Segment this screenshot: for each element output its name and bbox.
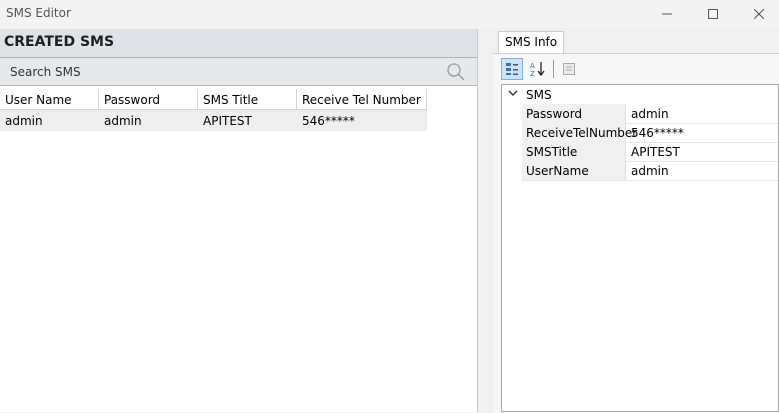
panel-title: CREATED SMS — [4, 34, 115, 50]
cell-password: admin — [104, 114, 142, 128]
window-title: SMS Editor — [6, 6, 71, 20]
svg-text:Z: Z — [530, 70, 535, 77]
minimize-icon — [662, 13, 672, 15]
chevron-down-icon[interactable] — [508, 88, 518, 98]
category-label: SMS — [526, 88, 552, 102]
created-sms-panel: CREATED SMS User Name Password SMS Title… — [0, 29, 478, 412]
close-button[interactable] — [736, 0, 779, 28]
property-pages-button[interactable] — [558, 58, 580, 80]
tab-content: A Z SMS Password admin ReceiveTelNumber … — [493, 53, 779, 413]
property-row-sms-title[interactable]: SMSTitle APITEST — [522, 142, 778, 162]
categorized-icon — [506, 63, 518, 75]
property-name: ReceiveTelNumber — [522, 123, 637, 142]
column-header-receive-tel-number[interactable]: Receive Tel Number — [297, 89, 427, 110]
maximize-icon — [708, 9, 718, 19]
property-name: Password — [522, 104, 626, 123]
sms-table: User Name Password SMS Title Receive Tel… — [0, 89, 427, 131]
column-header-password[interactable]: Password — [99, 89, 198, 110]
property-name: UserName — [522, 161, 626, 180]
table-row[interactable]: admin admin APITEST 546***** — [0, 110, 427, 131]
property-value[interactable]: admin — [631, 164, 669, 178]
minimize-button[interactable] — [644, 0, 690, 28]
title-bar: SMS Editor — [0, 0, 779, 28]
search-input[interactable] — [4, 61, 442, 83]
property-pages-icon — [563, 63, 575, 75]
search-bar — [0, 58, 477, 86]
search-icon[interactable] — [446, 62, 466, 82]
svg-text:A: A — [530, 62, 535, 70]
property-row-receive-tel-number[interactable]: ReceiveTelNumber 546***** — [522, 123, 778, 143]
property-toolbar: A Z — [501, 58, 580, 80]
sort-alphabetical-icon: A Z — [530, 62, 545, 77]
cell-sms-title: APITEST — [203, 114, 252, 128]
tab-sms-info[interactable]: SMS Info — [498, 31, 565, 54]
column-header-sms-title[interactable]: SMS Title — [198, 89, 297, 110]
property-row-password[interactable]: Password admin — [522, 104, 778, 124]
property-value[interactable]: APITEST — [631, 145, 680, 159]
property-name: SMSTitle — [522, 142, 626, 161]
cell-receive-tel-number: 546***** — [302, 114, 355, 128]
category-sms[interactable]: SMS — [502, 85, 778, 104]
property-value[interactable]: admin — [631, 107, 669, 121]
toolbar-separator — [553, 60, 554, 78]
table-header-row: User Name Password SMS Title Receive Tel… — [0, 89, 427, 110]
cell-user-name: admin — [5, 114, 43, 128]
categorized-button[interactable] — [501, 58, 523, 80]
alphabetical-button[interactable]: A Z — [527, 58, 549, 80]
panel-header: CREATED SMS — [0, 29, 477, 58]
sms-info-panel: SMS Info A Z SMS Password admin ReceiveT… — [493, 29, 779, 413]
close-icon — [754, 9, 764, 19]
property-value[interactable]: 546***** — [631, 126, 684, 140]
maximize-button[interactable] — [690, 0, 736, 28]
property-row-user-name[interactable]: UserName admin — [522, 161, 778, 181]
property-grid: SMS Password admin ReceiveTelNumber 546*… — [501, 84, 779, 412]
column-header-user-name[interactable]: User Name — [0, 89, 99, 110]
